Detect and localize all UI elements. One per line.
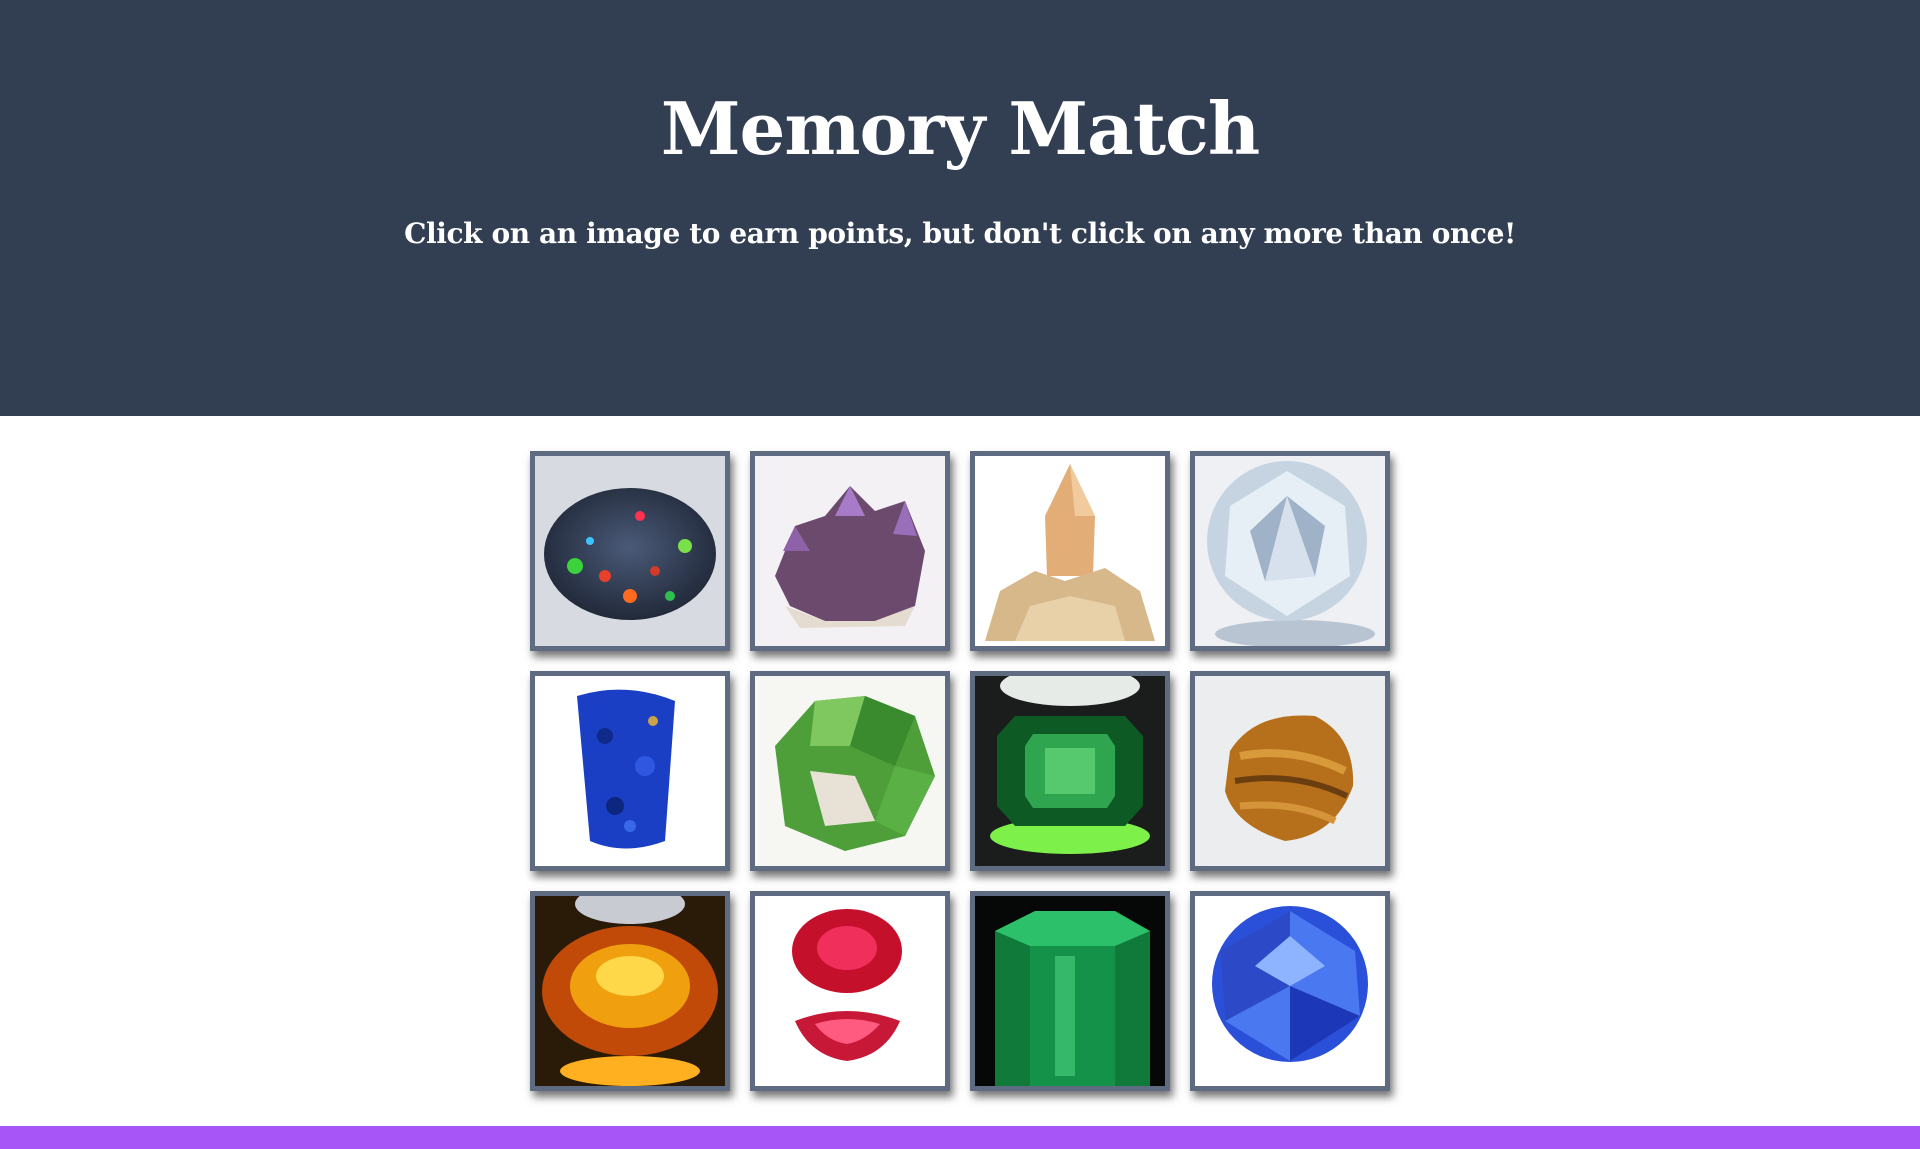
gem-card-green-garnet[interactable] xyxy=(750,671,950,871)
page-title: Memory Match xyxy=(660,86,1260,171)
amethyst-crystal-icon xyxy=(755,456,945,646)
green-garnet-cluster-icon xyxy=(755,676,945,866)
header-banner: Memory Match Click on an image to earn p… xyxy=(0,0,1920,416)
gem-card-lapis[interactable] xyxy=(530,671,730,871)
gem-card-ruby[interactable] xyxy=(750,891,950,1091)
tigers-eye-stone-icon xyxy=(1195,676,1385,866)
gem-card-emerald-cut[interactable] xyxy=(970,671,1170,871)
gem-card-tigers-eye[interactable] xyxy=(1190,671,1390,871)
footer-bar xyxy=(0,1126,1920,1149)
gem-card-emerald[interactable] xyxy=(970,891,1170,1091)
card-grid xyxy=(530,451,1390,1091)
emerald-crystal-icon xyxy=(975,896,1165,1086)
orange-oval-gem-icon xyxy=(535,896,725,1086)
instructions-text: Click on an image to earn points, but do… xyxy=(404,217,1516,250)
blue-sapphire-gem-icon xyxy=(1195,896,1385,1086)
gem-card-diamond[interactable] xyxy=(1190,451,1390,651)
lapis-stone-icon xyxy=(535,676,725,866)
topaz-crystal-icon xyxy=(975,456,1165,646)
gem-card-opal[interactable] xyxy=(530,451,730,651)
opal-gem-icon xyxy=(535,456,725,646)
gem-card-citrine[interactable] xyxy=(530,891,730,1091)
green-emerald-cut-gem-icon xyxy=(975,676,1165,866)
gem-card-topaz[interactable] xyxy=(970,451,1170,651)
gem-card-sapphire[interactable] xyxy=(1190,891,1390,1091)
ruby-gem-icon xyxy=(755,896,945,1086)
gem-card-amethyst[interactable] xyxy=(750,451,950,651)
diamond-gem-icon xyxy=(1195,456,1385,646)
